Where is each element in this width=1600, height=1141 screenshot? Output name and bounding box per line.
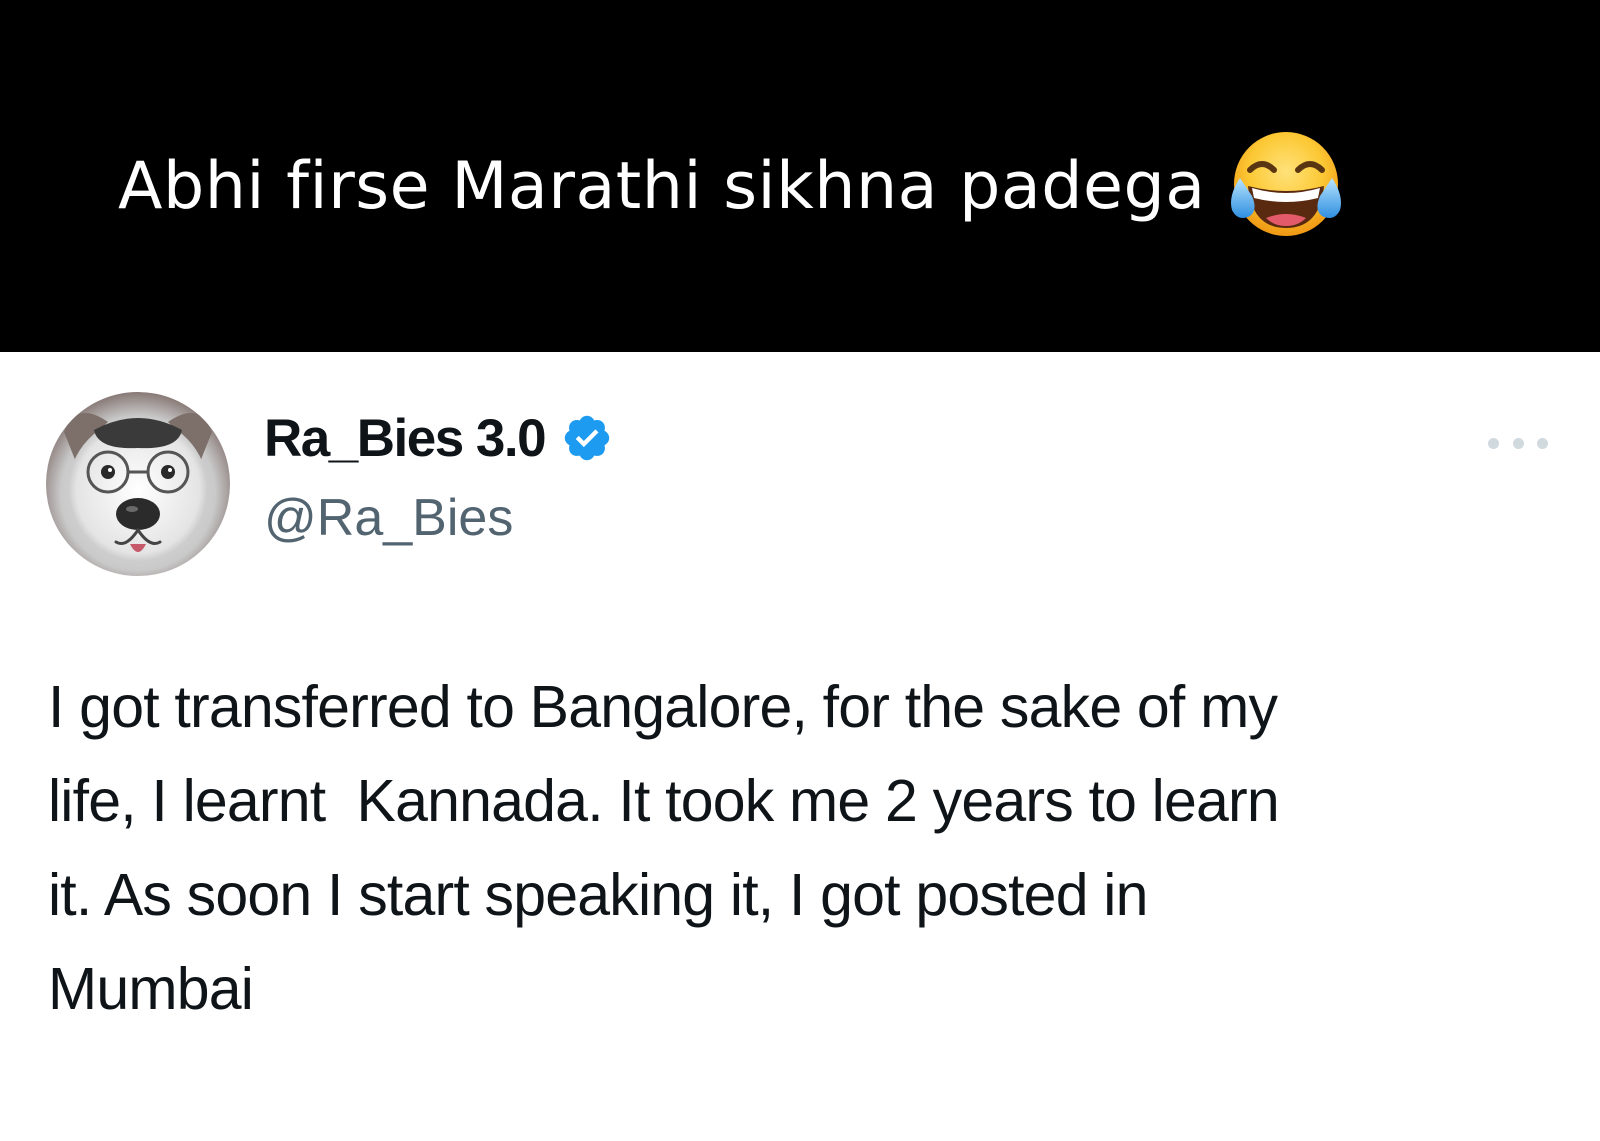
more-dot [1488,437,1499,449]
caption-row: Abhi firse Marathi sikhna padega [118,126,1346,246]
more-horizontal-icon[interactable] [1488,434,1548,452]
verified-badge-icon [564,415,610,461]
avatar[interactable] [46,392,230,576]
dog-avatar-image [46,392,230,576]
face-with-tears-of-joy-icon [1230,132,1341,236]
caption-text: Abhi firse Marathi sikhna padega [118,148,1206,224]
tweet-text-line: I got transferred to Bangalore, for the … [48,674,1278,740]
user-handle[interactable]: @Ra_Bies [264,492,513,544]
tweet-text: I got transferred to Bangalore, for the … [48,660,1568,1036]
tweet-text-line: life, I learnt Kannada. It took me 2 yea… [48,768,1280,834]
caption-banner: Abhi firse Marathi sikhna padega [0,0,1600,352]
author-name-row: Ra_Bies 3.0 [264,408,613,468]
more-dot [1537,437,1548,449]
tweet-text-line: it. As soon I start speaking it, I got p… [48,862,1148,928]
more-dot [1512,437,1524,449]
tweet-text-line: Mumbai [48,956,254,1022]
display-name[interactable]: Ra_Bies 3.0 [264,412,547,465]
tweet-card: Ra_Bies 3.0 @Ra_Bies I got transferred t… [0,352,1600,1141]
